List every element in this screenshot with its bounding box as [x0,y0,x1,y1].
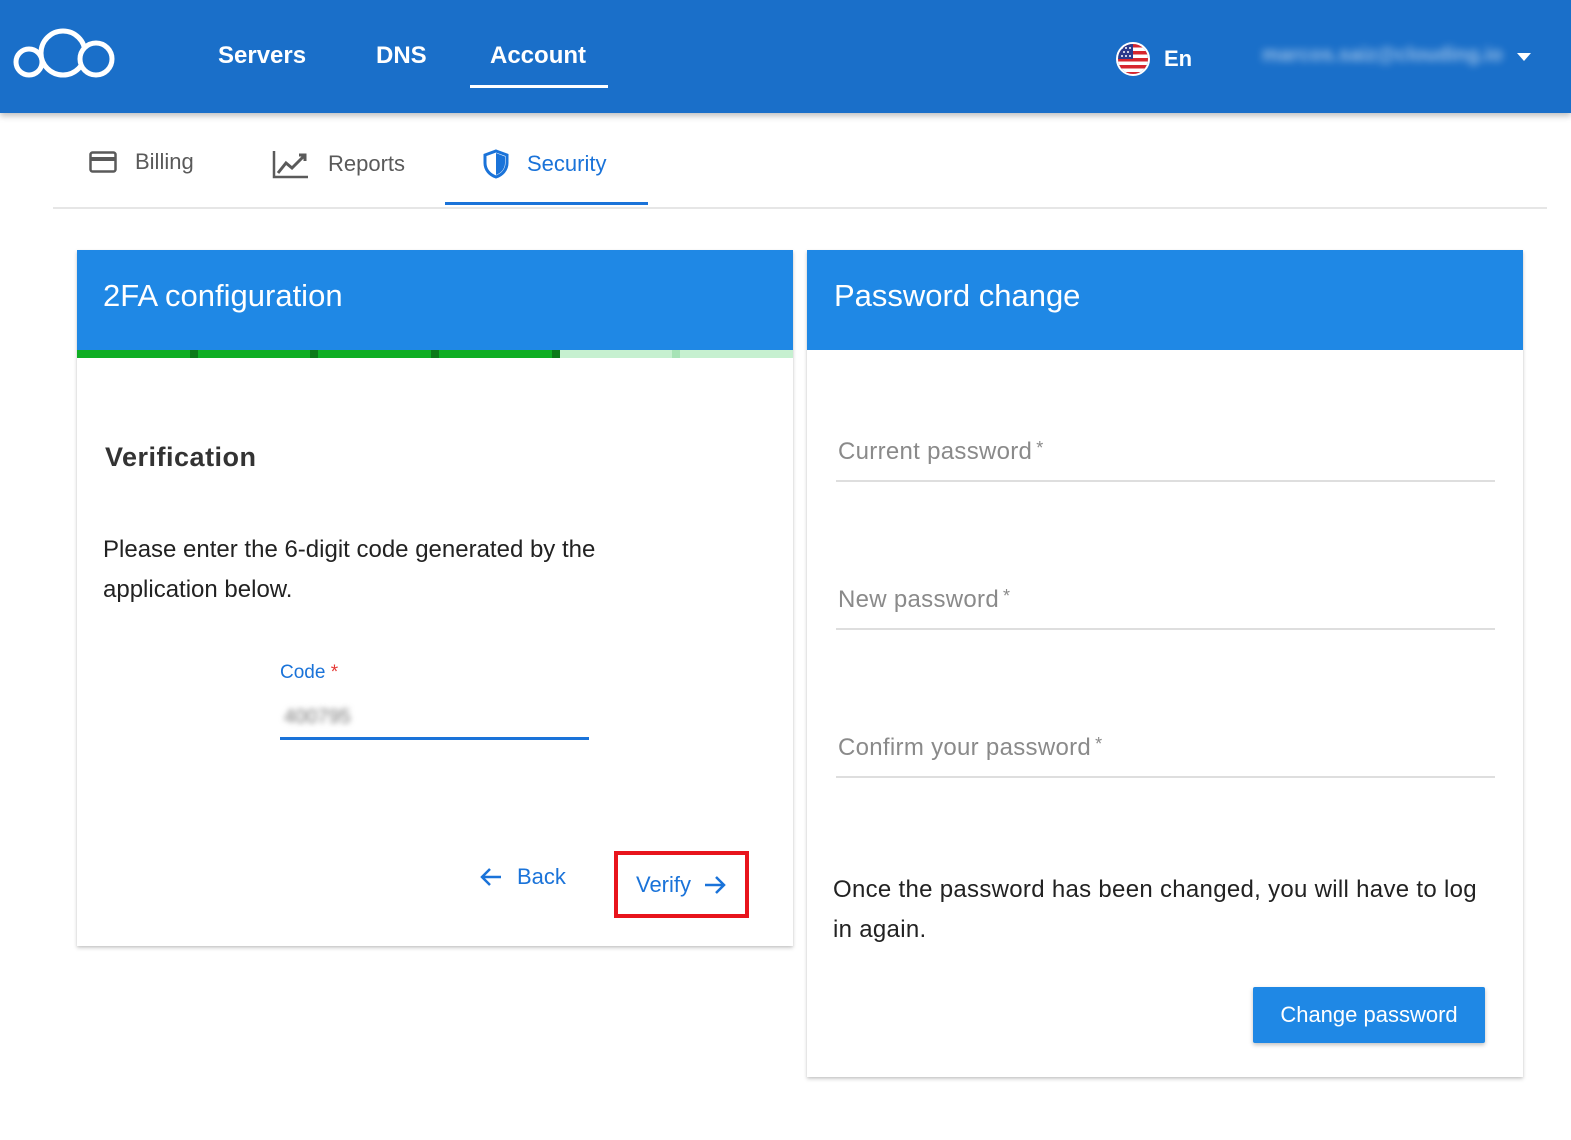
shield-icon [483,149,509,179]
nav-account[interactable]: Account [490,42,586,70]
password-change-note: Once the password has been changed, you … [833,876,1477,943]
code-label: Code * [280,662,339,683]
user-menu[interactable]: marcos.saiz@clouding.io [1262,44,1531,67]
stepper-separator [551,350,560,358]
twofa-card: 2FA configuration Verification Please en… [77,250,793,946]
arrow-left-icon [480,868,501,886]
arrow-right-icon [705,875,726,894]
verify-label: Verify [635,871,692,897]
twofa-stepper [77,350,793,358]
nav-dns[interactable]: DNS [376,42,427,70]
back-label: Back [517,864,566,889]
cloud-logo-icon[interactable] [12,26,118,82]
verify-button[interactable]: Verify [614,851,749,918]
stepper-separator [189,350,198,358]
stepper-separator [430,350,439,358]
back-button[interactable]: Back [479,864,566,890]
password-card-title: Password change [807,250,1523,350]
code-input[interactable]: 400795 [280,698,589,740]
password-card: Password change Current password * New pa… [807,250,1523,1077]
nav-servers[interactable]: Servers [218,42,306,70]
tab-security[interactable]: Security [483,149,606,179]
line-chart-icon [272,151,308,179]
user-email: marcos.saiz@clouding.io [1262,44,1503,66]
top-bar: Servers DNS Account En marcos.saiz@cloud… [0,0,1571,113]
stepper-separator [310,350,319,358]
account-subtabs: Billing Reports Security [53,113,1547,209]
tab-reports[interactable]: Reports [272,149,405,179]
new-password-placeholder: New password [838,586,999,613]
caret-down-icon [1516,52,1531,61]
active-tab-indicator [445,202,648,205]
stepper-segment [318,350,431,358]
credit-card-icon [89,151,117,173]
tab-reports-label: Reports [328,151,406,176]
tab-billing[interactable]: Billing [89,149,194,175]
stepper-segment [680,350,793,358]
tab-security-label: Security [527,151,607,176]
twofa-card-title: 2FA configuration [77,250,793,350]
language-label: En [1164,46,1193,71]
verification-instructions: Please enter the 6-digit code generated … [103,536,596,603]
stepper-segment [559,350,673,358]
language-selector[interactable]: En [1116,42,1192,76]
stepper-segment [438,350,552,358]
new-password-field[interactable]: New password * [836,574,1495,630]
current-password-field[interactable]: Current password * [836,426,1495,482]
confirm-password-field[interactable]: Confirm your password * [836,722,1495,778]
stepper-segment [197,350,311,358]
current-password-placeholder: Current password [838,438,1033,465]
confirm-password-placeholder: Confirm your password [838,734,1092,761]
code-value: 400795 [284,706,351,728]
active-nav-indicator [470,85,608,88]
tab-billing-label: Billing [135,149,194,174]
stepper-segment [77,350,190,358]
change-password-button[interactable]: Change password [1253,987,1485,1043]
us-flag-icon [1116,42,1150,76]
verification-title: Verification [105,442,257,472]
stepper-separator [672,350,681,358]
